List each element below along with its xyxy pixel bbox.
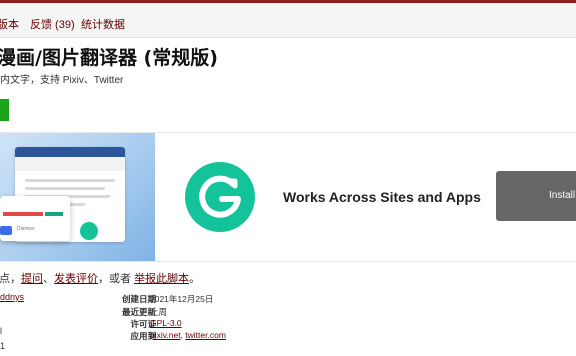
license-link[interactable]: GPL-3.0	[150, 318, 182, 328]
install-script-button[interactable]	[0, 99, 9, 121]
meta-left-value: 1	[0, 341, 6, 351]
applies-site-link[interactable]: pixiv.net	[150, 330, 181, 340]
updated-value: 上周	[150, 307, 168, 317]
report-script-link[interactable]: 举报此脚本	[134, 273, 189, 285]
license-value: GPL-3.0	[150, 318, 182, 328]
ad-banner[interactable]: Dismiss Works Across Sites and Apps Inst…	[0, 132, 576, 262]
feedback-link[interactable]: 反馈 (39)	[30, 16, 75, 32]
author-link[interactable]: ddnys	[0, 292, 24, 302]
applies-site-link[interactable]: twitter.com	[185, 330, 226, 340]
grammarly-badge-icon	[78, 220, 100, 242]
script-subnav: 版本 反馈 (39) 统计数据	[0, 3, 576, 38]
script-title: 漫画/图片翻译器 (常规版)	[0, 47, 218, 69]
stats-link[interactable]: 统计数据	[81, 16, 125, 32]
feedback-or: ，或者	[98, 273, 131, 285]
ad-install-button[interactable]: Install	[496, 171, 576, 221]
feedback-prefix: 点，	[0, 273, 21, 285]
post-review-link[interactable]: 发表评价	[54, 273, 98, 285]
ask-question-link[interactable]: 提问	[21, 273, 43, 285]
meta-left-value: l	[0, 326, 2, 336]
feedback-prompt: 点，提问、发表评价，或者 举报此脚本。	[0, 270, 200, 286]
feedback-separator: 、	[43, 273, 54, 285]
ad-screenshot-image: Dismiss	[0, 133, 155, 261]
grammarly-logo-icon	[185, 162, 255, 232]
versions-link[interactable]: 版本	[0, 16, 19, 32]
ad-headline: Works Across Sites and Apps	[283, 189, 481, 205]
script-description: 内文字，支持 Pixiv、Twitter	[0, 75, 124, 86]
suggestion-popup-illustration: Dismiss	[0, 196, 70, 241]
applies-to-value: pixiv.net, twitter.com	[150, 330, 226, 340]
created-date-value: 2021年12月25日	[150, 294, 214, 304]
feedback-suffix: 。	[189, 273, 201, 285]
